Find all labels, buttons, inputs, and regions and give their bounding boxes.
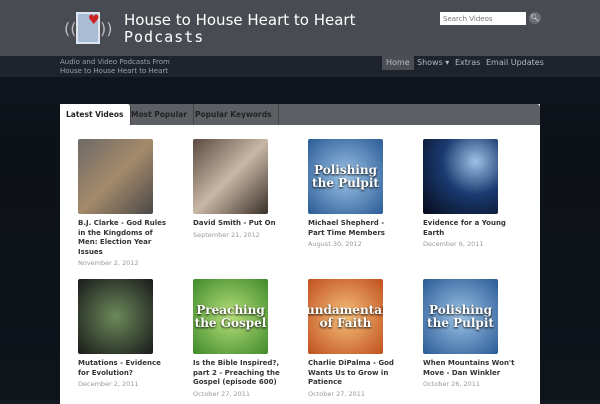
thumbnail-text: Polishing the Pulpit xyxy=(312,162,379,190)
tab-bar: Latest Videos Most Popular Popular Keywo… xyxy=(60,104,540,125)
search-icon: 🔍︎ xyxy=(530,14,540,22)
nav-shows[interactable]: Shows ▾ xyxy=(413,56,453,70)
video-item[interactable]: Evidence for a Young Earth December 6, 20… xyxy=(423,139,523,248)
thumbnail-text: Preaching the Gospel xyxy=(194,302,267,330)
site-subtitle[interactable]: Podcasts xyxy=(124,28,204,46)
video-date: August 30, 2012 xyxy=(308,240,362,248)
nav-email-updates[interactable]: Email Updates xyxy=(482,56,548,70)
video-date: October 26, 2011 xyxy=(423,380,481,388)
video-thumbnail[interactable] xyxy=(193,139,268,214)
wave-icon: )) xyxy=(100,19,113,38)
video-item[interactable]: B.J. Clarke - God Rules in the Kingdoms … xyxy=(78,139,178,267)
video-title[interactable]: Is the Bible Inspired?, part 2 - Preachi… xyxy=(193,359,288,388)
video-date: December 2, 2011 xyxy=(78,380,139,388)
video-thumbnail[interactable]: Preaching the Gospel xyxy=(193,279,268,354)
video-date: November 2, 2012 xyxy=(78,259,139,267)
video-thumbnail[interactable]: Fundamentals of Faith xyxy=(308,279,383,354)
tab-most-popular[interactable]: Most Popular xyxy=(125,104,194,125)
tab-latest-videos[interactable]: Latest Videos xyxy=(60,104,131,125)
video-item[interactable]: Preaching the Gospel Is the Bible Inspire… xyxy=(193,279,293,398)
nav-extras[interactable]: Extras xyxy=(451,56,484,70)
video-title[interactable]: B.J. Clarke - God Rules in the Kingdoms … xyxy=(78,219,173,257)
video-thumbnail[interactable]: Polishing the Pulpit xyxy=(423,279,498,354)
video-date: December 6, 2011 xyxy=(423,240,484,248)
video-item[interactable]: David Smith - Put On September 21, 2012 xyxy=(193,139,293,239)
video-item[interactable]: Mutations - Evidence for Evolution? Decem… xyxy=(78,279,178,388)
video-thumbnail[interactable] xyxy=(78,139,153,214)
video-date: September 21, 2012 xyxy=(193,230,260,239)
thumbnail-text: Polishing the Pulpit xyxy=(427,302,494,330)
video-date: October 27, 2011 xyxy=(193,389,251,398)
video-title[interactable]: David Smith - Put On xyxy=(193,219,288,229)
video-title[interactable]: Mutations - Evidence for Evolution? xyxy=(78,359,173,378)
heart-icon: ♥ xyxy=(88,13,100,28)
video-item[interactable]: Polishing the Pulpit When Mountains Won't… xyxy=(423,279,523,388)
video-item[interactable]: Polishing the Pulpit Michael Shepherd - P… xyxy=(308,139,408,248)
video-item[interactable]: Fundamentals of Faith Charlie DiPalma - G… xyxy=(308,279,408,398)
video-thumbnail[interactable] xyxy=(423,139,498,214)
video-thumbnail[interactable] xyxy=(78,279,153,354)
video-thumbnail[interactable]: Polishing the Pulpit xyxy=(308,139,383,214)
thumbnail-text: Fundamentals of Faith xyxy=(308,302,383,330)
video-title[interactable]: Evidence for a Young Earth xyxy=(423,219,518,238)
video-title[interactable]: Charlie DiPalma - God Wants Us to Grow i… xyxy=(308,359,403,388)
wave-icon: (( xyxy=(64,19,77,38)
tagline: Audio and Video Podcasts From House to H… xyxy=(60,58,170,75)
nav-home[interactable]: Home xyxy=(382,56,414,70)
search-button[interactable]: 🔍︎ xyxy=(529,12,541,24)
search-input[interactable] xyxy=(440,12,526,25)
tab-popular-keywords[interactable]: Popular Keywords xyxy=(189,104,279,125)
video-date: October 27, 2011 xyxy=(308,389,366,398)
video-title[interactable]: Michael Shepherd - Part Time Members xyxy=(308,219,403,238)
site-title[interactable]: House to House Heart to Heart xyxy=(124,11,355,29)
site-logo[interactable]: (( ♥ )) xyxy=(64,11,112,47)
video-title[interactable]: When Mountains Won't Move - Dan Winkler xyxy=(423,359,518,378)
